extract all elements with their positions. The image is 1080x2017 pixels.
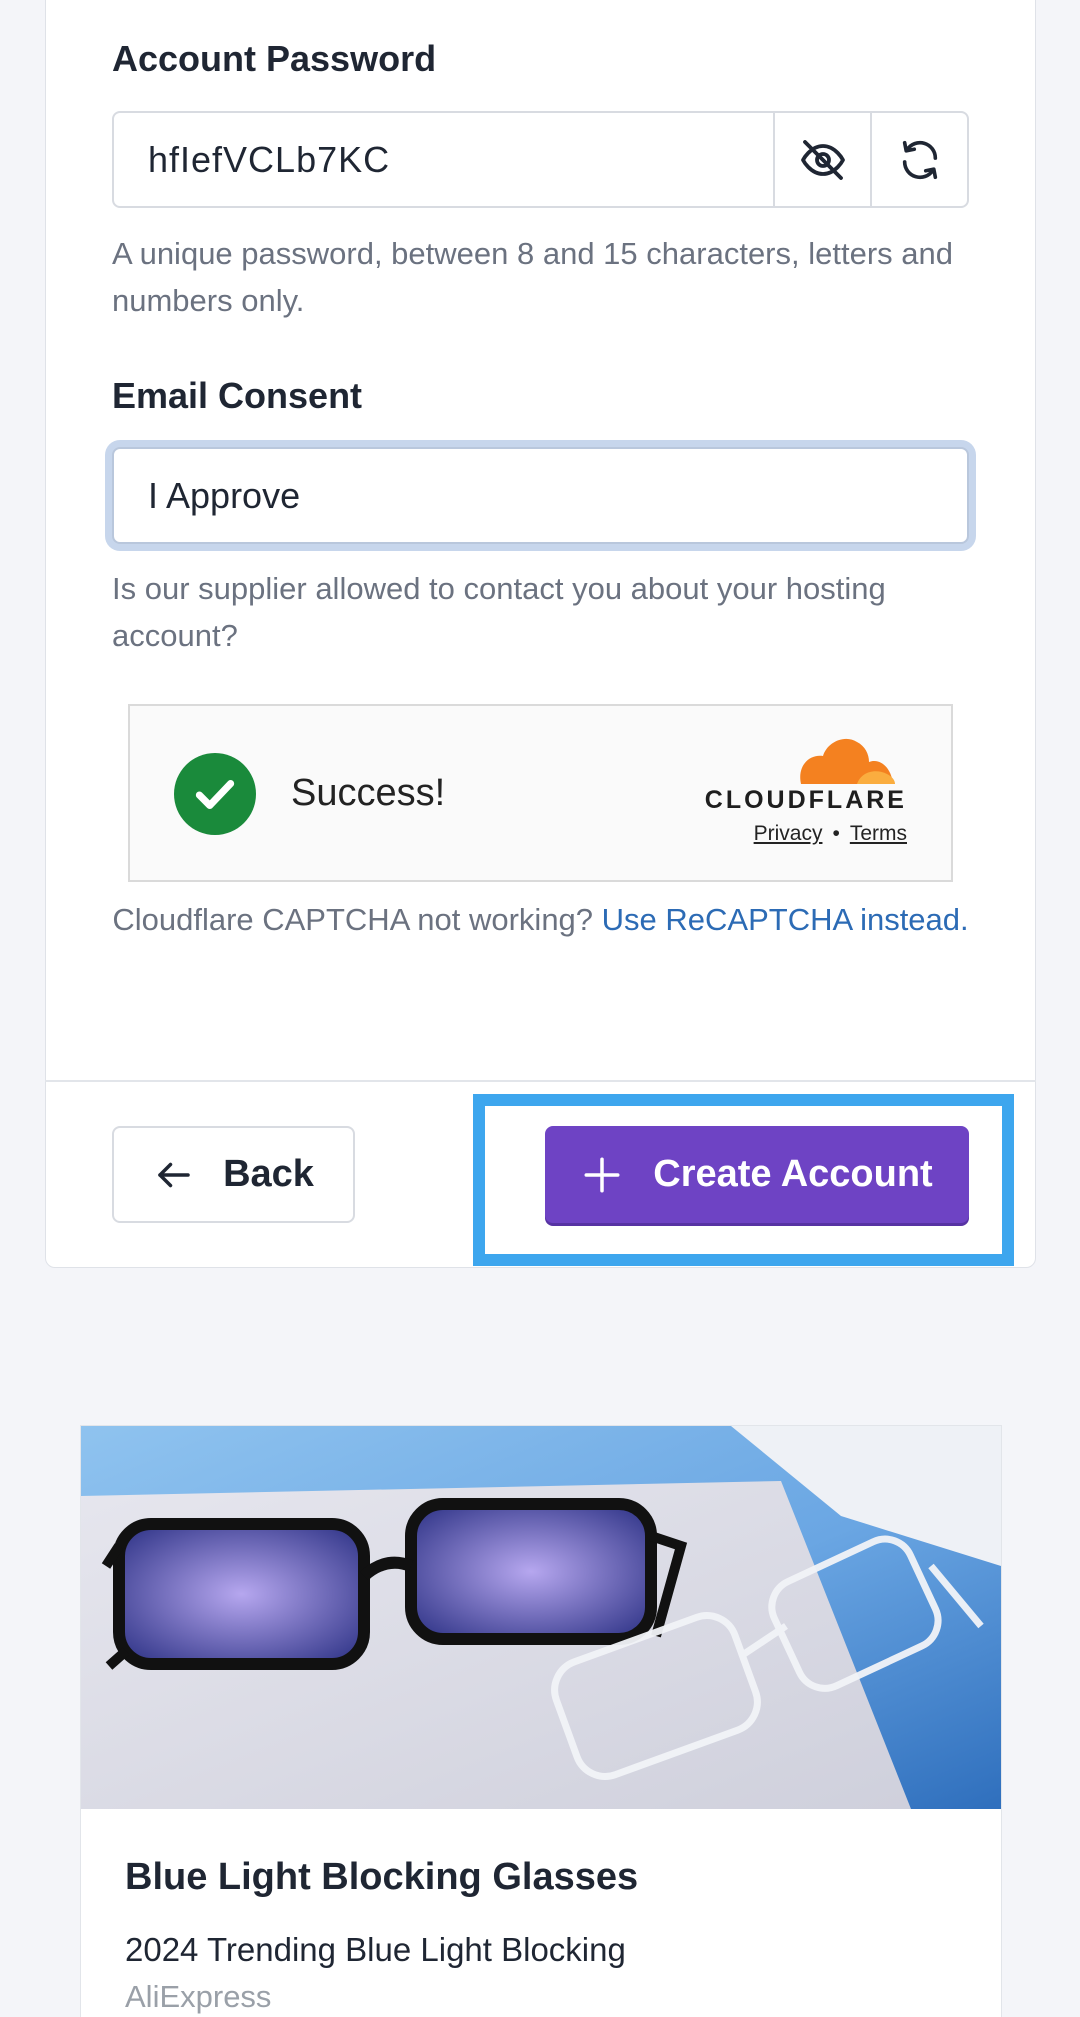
- captcha-fallback-text: Cloudflare CAPTCHA not working?: [112, 902, 594, 937]
- create-account-button[interactable]: Create Account: [545, 1126, 969, 1223]
- back-button-label: Back: [223, 1153, 314, 1195]
- link-separator: •: [832, 822, 840, 845]
- captcha-links: Privacy • Terms: [754, 822, 907, 846]
- refresh-icon: [902, 140, 937, 179]
- plus-icon: [584, 1157, 620, 1192]
- email-consent-select[interactable]: [112, 447, 969, 544]
- password-help-text: A unique password, between 8 and 15 char…: [112, 236, 953, 318]
- regenerate-password-button[interactable]: [870, 113, 967, 206]
- ad-title: Blue Light Blocking Glasses: [125, 1856, 639, 1898]
- ad-description: 2024 Trending Blue Light Blocking: [125, 1931, 626, 1968]
- back-button[interactable]: Back: [112, 1126, 355, 1223]
- consent-label: Email Consent: [112, 375, 363, 416]
- arrow-left-icon: [158, 1162, 190, 1187]
- password-label: Account Password: [112, 38, 437, 79]
- create-account-label: Create Account: [653, 1153, 933, 1195]
- privacy-link[interactable]: Privacy: [754, 822, 823, 846]
- eye-off-icon: [800, 139, 845, 180]
- use-recaptcha-link[interactable]: Use ReCAPTCHA instead.: [602, 902, 969, 937]
- ad-source: AliExpress: [125, 1979, 272, 2014]
- ad-card[interactable]: Blue Light Blocking Glasses 2024 Trendin…: [80, 1425, 1002, 2017]
- card-footer-divider: [45, 1080, 1036, 1082]
- password-field-group: [112, 111, 969, 208]
- password-input[interactable]: [114, 113, 773, 206]
- success-check-icon: [174, 753, 256, 835]
- cloudflare-captcha-widget: Success! CLOUDFLARE Privacy • Terms: [128, 704, 953, 882]
- consent-help-text: Is our supplier allowed to contact you a…: [112, 571, 886, 653]
- cloudflare-wordmark: CLOUDFLARE: [704, 786, 907, 814]
- captcha-status: Success!: [291, 772, 446, 814]
- ad-image: [81, 1426, 1001, 1809]
- toggle-password-visibility-button[interactable]: [773, 113, 870, 206]
- terms-link[interactable]: Terms: [850, 822, 907, 846]
- cloudflare-logo-icon: [800, 738, 895, 784]
- captcha-fallback: Cloudflare CAPTCHA not working? Use ReCA…: [112, 896, 969, 943]
